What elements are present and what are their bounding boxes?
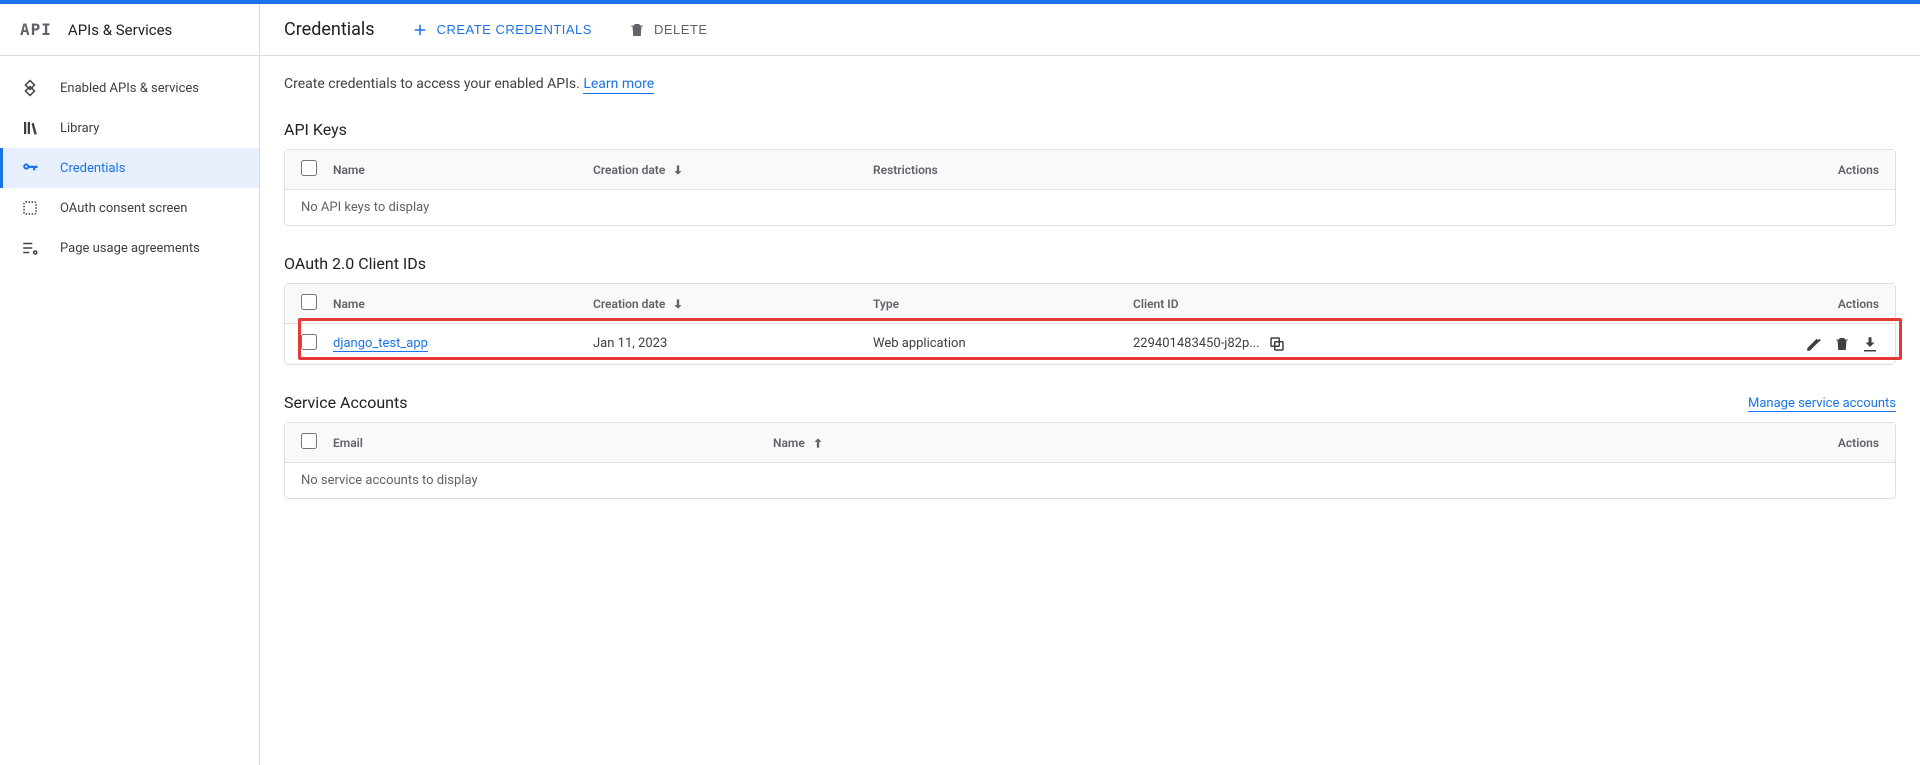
oauth-client-type: Web application [873, 336, 1133, 351]
sidebar-item-label: Enabled APIs & services [60, 81, 199, 96]
sidebar-item-enabled-apis[interactable]: Enabled APIs & services [0, 68, 259, 108]
sidebar-item-credentials[interactable]: Credentials [0, 148, 259, 188]
sidebar: API APIs & Services Enabled APIs & servi… [0, 4, 260, 765]
settings-list-icon [20, 238, 40, 258]
manage-service-accounts-link[interactable]: Manage service accounts [1748, 396, 1896, 412]
sidebar-item-label: OAuth consent screen [60, 201, 187, 216]
api-keys-title: API Keys [284, 120, 347, 139]
table-header: Email Name Actions [285, 423, 1895, 463]
table-header: Name Creation date Type Client ID Action… [285, 284, 1895, 324]
arrow-down-icon [671, 163, 685, 177]
api-keys-empty: No API keys to display [285, 190, 1895, 225]
col-actions: Actions [1799, 436, 1879, 450]
copy-client-id-button[interactable] [1268, 335, 1286, 353]
col-client-id[interactable]: Client ID [1133, 297, 1799, 311]
col-actions: Actions [1799, 297, 1879, 311]
api-keys-section: API Keys Name Creation date Restrictions… [284, 120, 1896, 226]
download-icon [1861, 335, 1879, 353]
create-credentials-label: CREATE CREDENTIALS [437, 22, 592, 37]
service-accounts-table: Email Name Actions No service accounts t… [284, 422, 1896, 499]
delete-button[interactable]: DELETE [628, 21, 708, 39]
delete-label: DELETE [654, 22, 708, 37]
col-creation-date[interactable]: Creation date [593, 297, 873, 311]
service-accounts-empty: No service accounts to display [285, 463, 1895, 498]
sidebar-title: APIs & Services [68, 21, 172, 39]
pencil-icon [1805, 335, 1823, 353]
sidebar-item-label: Page usage agreements [60, 241, 200, 256]
col-actions: Actions [1799, 163, 1879, 177]
key-icon [20, 158, 40, 178]
sidebar-item-oauth-consent[interactable]: OAuth consent screen [0, 188, 259, 228]
oauth-table: Name Creation date Type Client ID Action… [284, 283, 1896, 365]
oauth-client-date: Jan 11, 2023 [593, 336, 873, 351]
col-name[interactable]: Name [333, 297, 593, 311]
select-all-api-keys-checkbox[interactable] [301, 160, 317, 176]
create-credentials-button[interactable]: CREATE CREDENTIALS [411, 21, 592, 39]
delete-row-button[interactable] [1833, 335, 1851, 353]
service-accounts-title: Service Accounts [284, 393, 407, 412]
trash-icon [1833, 335, 1851, 353]
oauth-section: OAuth 2.0 Client IDs Name Creation date … [284, 254, 1896, 365]
page-title: Credentials [284, 19, 375, 40]
arrow-down-icon [671, 297, 685, 311]
col-type[interactable]: Type [873, 297, 1133, 311]
learn-more-link[interactable]: Learn more [583, 76, 654, 94]
toolbar: Credentials CREATE CREDENTIALS DELETE [260, 4, 1920, 56]
intro-text: Create credentials to access your enable… [284, 76, 1896, 92]
select-all-service-checkbox[interactable] [301, 433, 317, 449]
main-content: Credentials CREATE CREDENTIALS DELETE Cr… [260, 4, 1920, 765]
select-all-oauth-checkbox[interactable] [301, 294, 317, 310]
oauth-client-id-value: 229401483450-j82p... [1133, 336, 1260, 351]
sidebar-header: API APIs & Services [0, 4, 259, 56]
col-name[interactable]: Name [773, 436, 1799, 450]
api-keys-table: Name Creation date Restrictions Actions … [284, 149, 1896, 226]
sidebar-item-label: Library [60, 121, 99, 136]
col-email[interactable]: Email [333, 436, 773, 450]
plus-icon [411, 21, 429, 39]
table-row: django_test_app Jan 11, 2023 Web applica… [285, 324, 1895, 364]
sidebar-item-library[interactable]: Library [0, 108, 259, 148]
arrow-up-icon [811, 436, 825, 450]
service-accounts-section: Service Accounts Manage service accounts… [284, 393, 1896, 499]
sidebar-item-page-usage[interactable]: Page usage agreements [0, 228, 259, 268]
col-restrictions[interactable]: Restrictions [873, 163, 1799, 177]
diamond-icon [20, 78, 40, 98]
consent-icon [20, 198, 40, 218]
copy-icon [1268, 335, 1286, 353]
intro-body: Create credentials to access your enable… [284, 76, 583, 92]
row-checkbox[interactable] [301, 334, 317, 350]
oauth-client-name-link[interactable]: django_test_app [333, 336, 428, 352]
sidebar-nav: Enabled APIs & services Library Credenti… [0, 56, 259, 268]
api-logo: API [20, 20, 52, 39]
col-name[interactable]: Name [333, 163, 593, 177]
download-button[interactable] [1861, 335, 1879, 353]
sidebar-item-label: Credentials [60, 161, 125, 176]
table-header: Name Creation date Restrictions Actions [285, 150, 1895, 190]
trash-icon [628, 21, 646, 39]
col-creation-date[interactable]: Creation date [593, 163, 873, 177]
library-icon [20, 118, 40, 138]
edit-button[interactable] [1805, 335, 1823, 353]
oauth-title: OAuth 2.0 Client IDs [284, 254, 426, 273]
